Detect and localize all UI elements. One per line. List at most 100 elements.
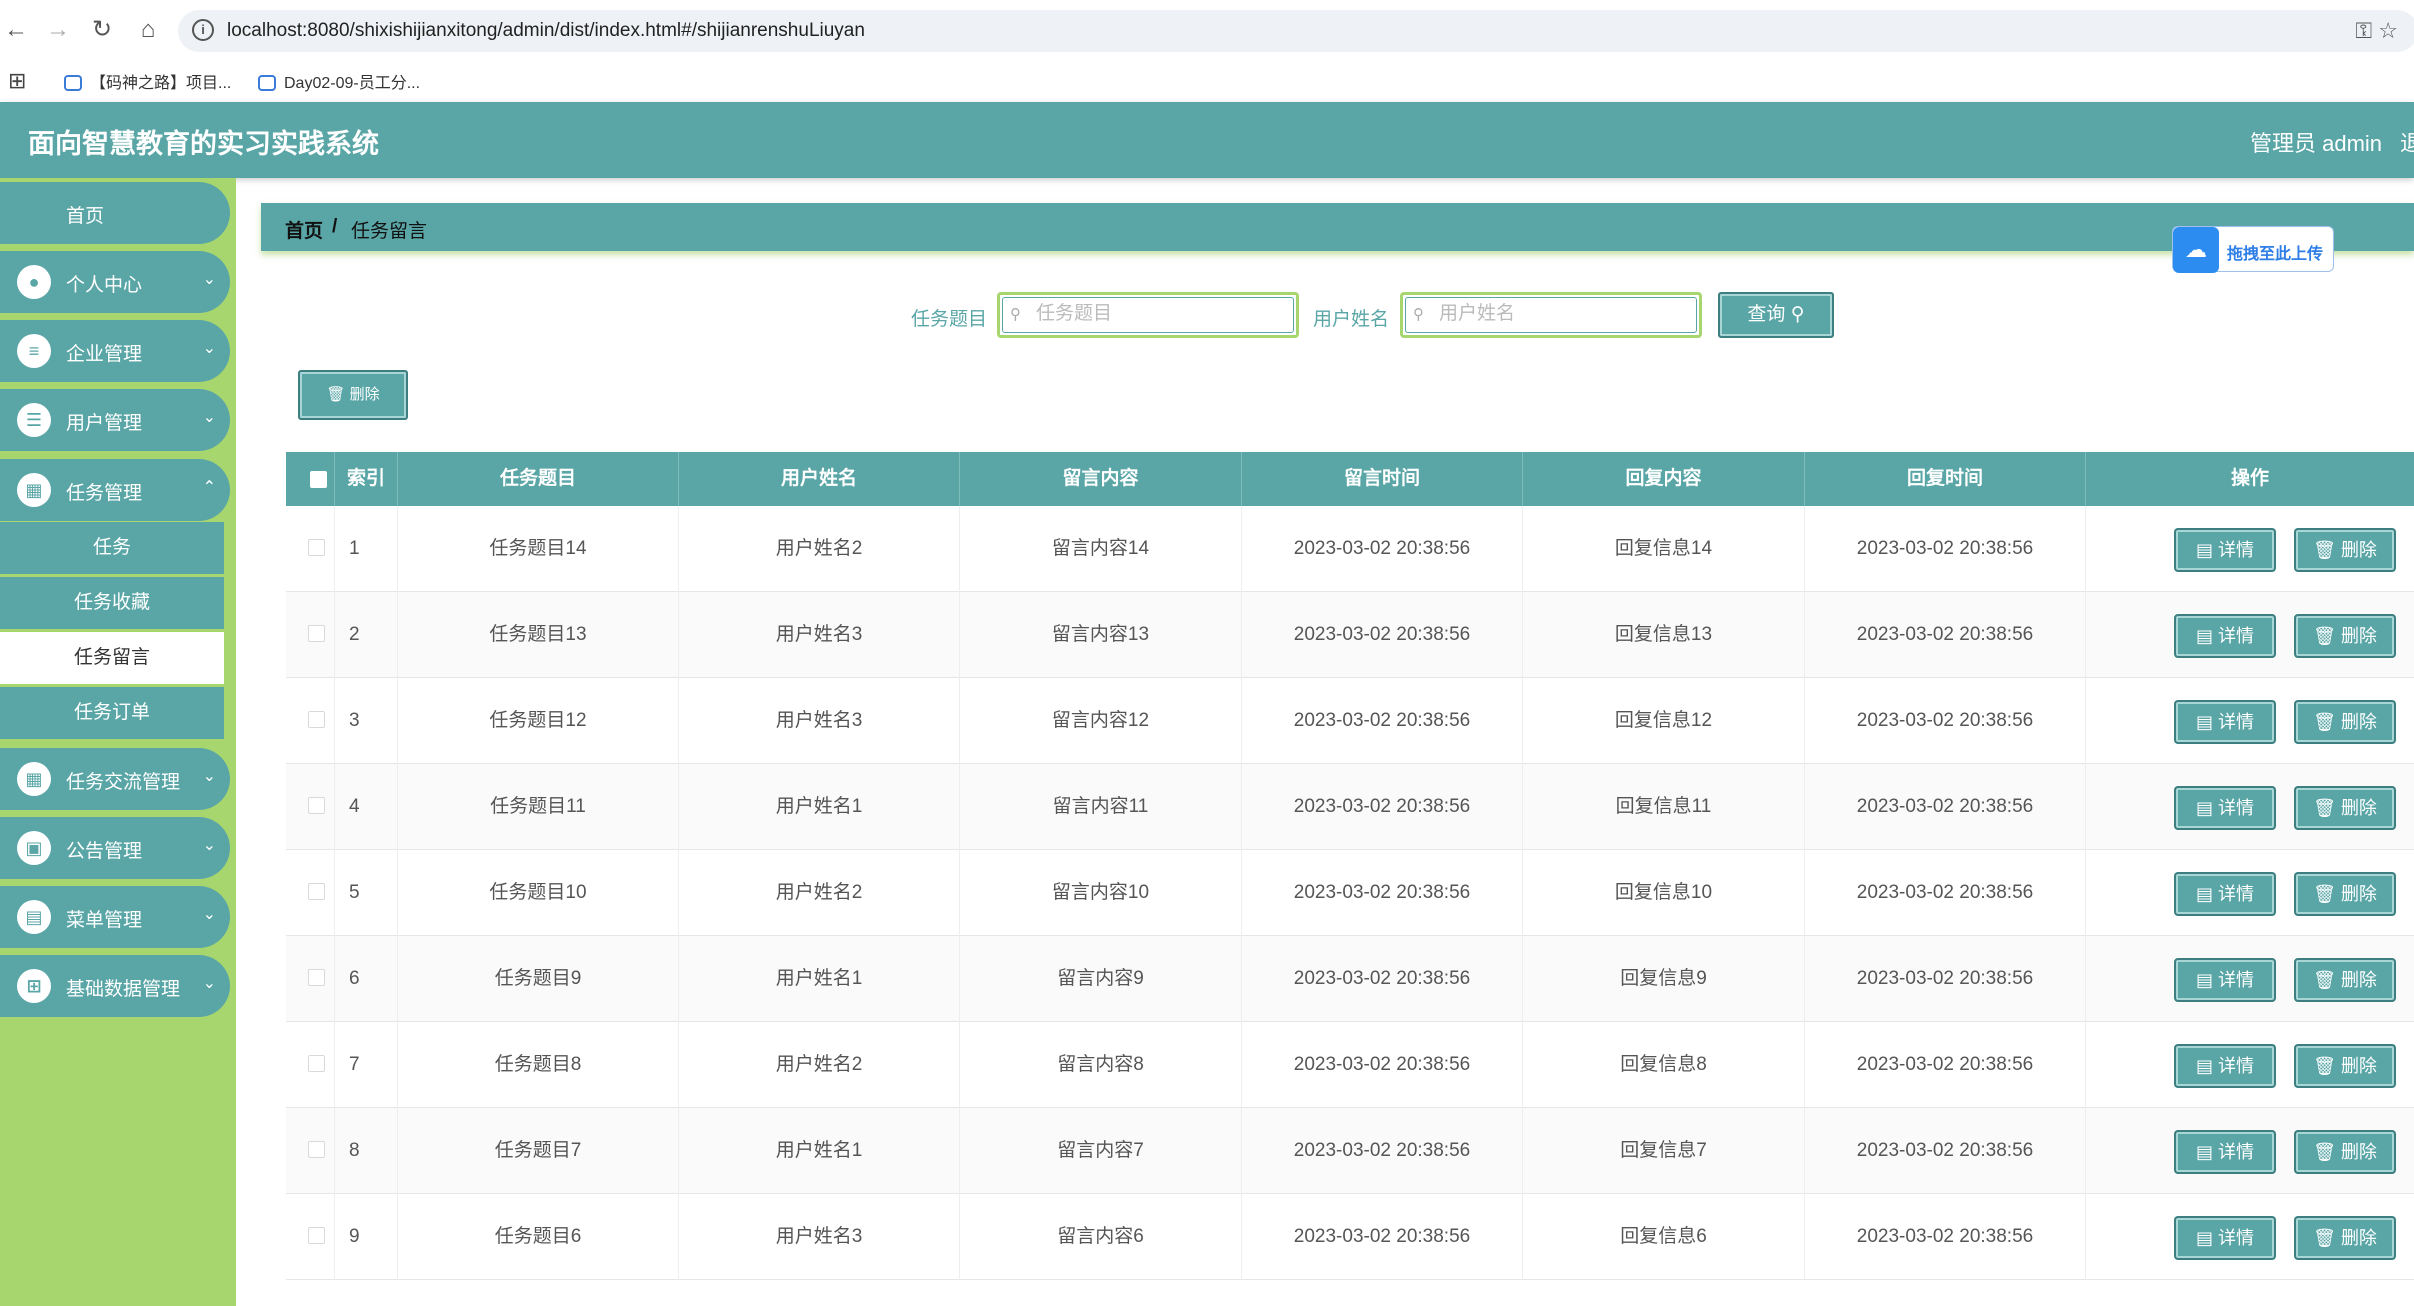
- bookmark-item[interactable]: Day02-09-员工分...: [258, 69, 420, 93]
- grid-icon: ▦: [17, 473, 51, 507]
- current-user[interactable]: 管理员 admin: [2250, 126, 2382, 158]
- sidebar-item-label: 菜单管理: [66, 910, 143, 931]
- document-icon: ▤: [2195, 626, 2213, 646]
- sidebar-item-tasks[interactable]: ▦ 任务管理 ⌃: [0, 459, 230, 521]
- row-checkbox[interactable]: [308, 1055, 325, 1072]
- detail-button[interactable]: ▤ 详情: [2174, 1216, 2276, 1260]
- detail-button[interactable]: ▤ 详情: [2174, 614, 2276, 658]
- sidebar-item-personal-center[interactable]: ● 个人中心 ⌄: [0, 251, 230, 313]
- site-info-icon[interactable]: i: [192, 19, 214, 41]
- row-checkbox[interactable]: [308, 1227, 325, 1244]
- task-title-cell: 任务题目14: [398, 506, 679, 592]
- app-header: 面向智慧教育的实习实践系统 管理员 admin 退: [0, 102, 2414, 178]
- detail-button[interactable]: ▤ 详情: [2174, 958, 2276, 1002]
- detail-button[interactable]: ▤ 详情: [2174, 872, 2276, 916]
- row-checkbox[interactable]: [308, 711, 325, 728]
- message-time-cell: 2023-03-02 20:38:56: [1242, 1108, 1523, 1194]
- logout-link[interactable]: 退: [2400, 126, 2414, 158]
- drag-upload-widget[interactable]: ☁ 拖拽至此上传: [2172, 226, 2334, 273]
- bulk-delete-button[interactable]: 🗑 删除: [298, 370, 408, 420]
- trash-icon: 🗑: [2313, 626, 2336, 646]
- row-checkbox[interactable]: [308, 883, 325, 900]
- chevron-down-icon: ⌄: [202, 906, 216, 923]
- user-name-cell: 用户姓名2: [679, 506, 960, 592]
- home-icon[interactable]: ⌂: [132, 14, 164, 46]
- actions-cell: ▤ 详情 🗑 删除: [2086, 936, 2414, 1022]
- trash-icon: 🗑: [2313, 1228, 2336, 1248]
- delete-button[interactable]: 🗑 删除: [2294, 614, 2396, 658]
- detail-button[interactable]: ▤ 详情: [2174, 786, 2276, 830]
- sidebar-item-announcements[interactable]: ▣ 公告管理 ⌄: [0, 817, 230, 879]
- sidebar-item-home[interactable]: 首页: [0, 182, 230, 244]
- sidebar-subitem-task-orders[interactable]: 任务订单: [0, 687, 224, 739]
- message-time-cell: 2023-03-02 20:38:56: [1242, 1022, 1523, 1108]
- row-select-cell: [286, 1108, 335, 1194]
- message-content-cell: 留言内容6: [960, 1194, 1242, 1280]
- breadcrumb-home[interactable]: 首页: [285, 216, 323, 243]
- delete-button[interactable]: 🗑 删除: [2294, 958, 2396, 1002]
- forward-arrow-icon[interactable]: →: [42, 14, 74, 46]
- apps-grid-icon[interactable]: ⊞: [8, 68, 26, 94]
- delete-button[interactable]: 🗑 删除: [2294, 872, 2396, 916]
- detail-button[interactable]: ▤ 详情: [2174, 700, 2276, 744]
- index-cell: 1: [335, 506, 398, 592]
- address-bar[interactable]: i localhost:8080/shixishijianxitong/admi…: [178, 10, 2414, 52]
- delete-button[interactable]: 🗑 删除: [2294, 700, 2396, 744]
- reload-icon[interactable]: ↻: [86, 14, 118, 46]
- delete-button[interactable]: 🗑 删除: [2294, 786, 2396, 830]
- user-search-input[interactable]: [1439, 301, 1689, 327]
- clipboard-icon: ▤: [17, 900, 51, 934]
- row-checkbox[interactable]: [308, 625, 325, 642]
- sidebar-item-users[interactable]: ☰ 用户管理 ⌄: [0, 389, 230, 451]
- select-all-checkbox[interactable]: [310, 471, 327, 488]
- sidebar-item-menus[interactable]: ▤ 菜单管理 ⌄: [0, 886, 230, 948]
- trash-icon: 🗑: [2313, 970, 2336, 990]
- delete-button[interactable]: 🗑 删除: [2294, 1216, 2396, 1260]
- user-name-cell: 用户姓名1: [679, 764, 960, 850]
- back-arrow-icon[interactable]: ←: [0, 14, 32, 46]
- query-button[interactable]: 查询 ⚲: [1718, 292, 1834, 338]
- actions-cell: ▤ 详情 🗑 删除: [2086, 592, 2414, 678]
- detail-button[interactable]: ▤ 详情: [2174, 1130, 2276, 1174]
- sidebar-item-enterprise[interactable]: ≡ 企业管理 ⌄: [0, 320, 230, 382]
- sidebar-item-label: 任务管理: [66, 483, 143, 504]
- apps-icon: ⊞: [17, 969, 51, 1003]
- title-search-input[interactable]: [1036, 301, 1286, 327]
- index-cell: 7: [335, 1022, 398, 1108]
- index-cell: 4: [335, 764, 398, 850]
- delete-button[interactable]: 🗑 删除: [2294, 1130, 2396, 1174]
- password-key-icon[interactable]: ⚿ ☆: [2355, 18, 2398, 44]
- document-icon: ▤: [2195, 970, 2213, 990]
- sidebar-item-task-exchange[interactable]: ▦ 任务交流管理 ⌄: [0, 748, 230, 810]
- sidebar-item-basic-data[interactable]: ⊞ 基础数据管理 ⌄: [0, 955, 230, 1017]
- document-icon: ▤: [2195, 1142, 2213, 1162]
- title-search-field[interactable]: ⚲: [997, 292, 1299, 338]
- delete-button[interactable]: 🗑 删除: [2294, 528, 2396, 572]
- detail-button[interactable]: ▤ 详情: [2174, 1044, 2276, 1088]
- row-select-cell: [286, 1194, 335, 1280]
- url-text[interactable]: localhost:8080/shixishijianxitong/admin/…: [227, 20, 865, 42]
- sidebar-subitem-task[interactable]: 任务: [0, 522, 224, 574]
- detail-button[interactable]: ▤ 详情: [2174, 528, 2276, 572]
- delete-button[interactable]: 🗑 删除: [2294, 1044, 2396, 1088]
- row-checkbox[interactable]: [308, 539, 325, 556]
- task-title-cell: 任务题目9: [398, 936, 679, 1022]
- document-icon: ▤: [2195, 1056, 2213, 1076]
- chevron-down-icon: ⌄: [202, 768, 216, 785]
- row-checkbox[interactable]: [308, 1141, 325, 1158]
- user-name-cell: 用户姓名3: [679, 678, 960, 764]
- sidebar-subitem-task-favorites[interactable]: 任务收藏: [0, 577, 224, 629]
- reply-time-cell: 2023-03-02 20:38:56: [1805, 592, 2086, 678]
- sidebar-subitem-task-messages[interactable]: 任务留言: [0, 632, 224, 684]
- actions-cell: ▤ 详情 🗑 删除: [2086, 1194, 2414, 1280]
- index-cell: 6: [335, 936, 398, 1022]
- row-checkbox[interactable]: [308, 969, 325, 986]
- bookmark-item[interactable]: 【码神之路】项目...: [64, 69, 231, 93]
- actions-cell: ▤ 详情 🗑 删除: [2086, 1108, 2414, 1194]
- user-search-field[interactable]: ⚲: [1400, 292, 1702, 338]
- row-select-cell: [286, 1022, 335, 1108]
- message-content-cell: 留言内容12: [960, 678, 1242, 764]
- message-time-cell: 2023-03-02 20:38:56: [1242, 678, 1523, 764]
- row-checkbox[interactable]: [308, 797, 325, 814]
- chevron-down-icon: ⌄: [202, 837, 216, 854]
